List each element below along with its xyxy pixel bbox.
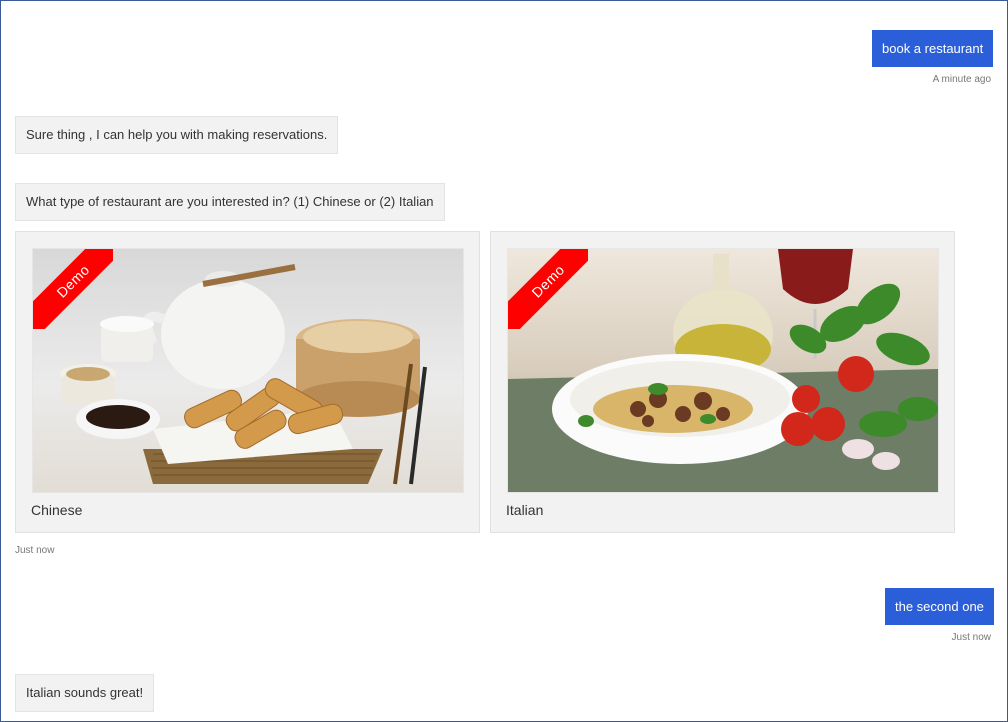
chinese-food-image[interactable]: Demo (32, 248, 464, 493)
user-message-bubble: the second one (885, 588, 994, 625)
message-timestamp: Just now (951, 632, 991, 643)
restaurant-card-italian[interactable]: Demo Italian (490, 231, 955, 533)
bot-message-bubble: What type of restaurant are you interest… (15, 183, 445, 221)
message-timestamp: Just now (15, 545, 55, 556)
bot-message-bubble: Italian sounds great! (15, 674, 155, 712)
restaurant-card-chinese[interactable]: Demo Chinese (15, 231, 480, 533)
card-title: Chinese (31, 502, 83, 518)
user-message-bubble: book a restaurant (872, 30, 994, 67)
card-title: Italian (506, 502, 544, 518)
message-timestamp: A minute ago (932, 74, 991, 85)
bot-message-bubble: Sure thing , I can help you with making … (15, 116, 339, 154)
italian-food-image[interactable]: Demo (507, 248, 939, 493)
